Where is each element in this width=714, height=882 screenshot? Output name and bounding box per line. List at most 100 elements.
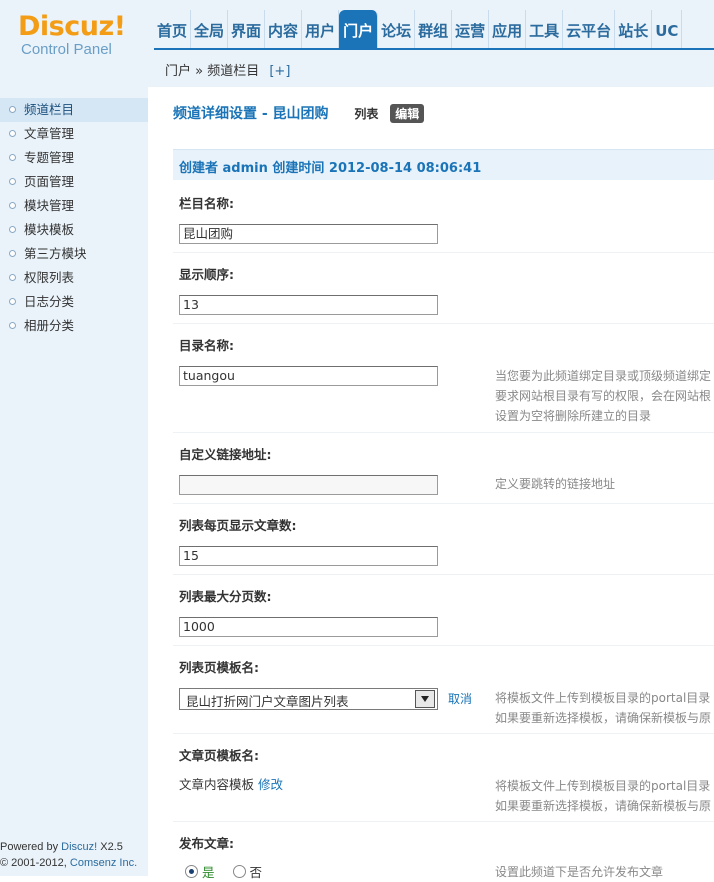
- max-pages-input[interactable]: [179, 617, 438, 637]
- sidebar-menu: 频道栏目文章管理专题管理页面管理模块管理模块模板第三方模块权限列表日志分类相册分…: [0, 98, 148, 338]
- tab-edit[interactable]: 编辑: [390, 104, 425, 123]
- nav-tab[interactable]: 用户: [302, 10, 340, 48]
- bullet-icon: [9, 226, 16, 233]
- sidebar-item[interactable]: 模块管理: [0, 194, 148, 218]
- list-template-label: 列表页模板名:: [179, 660, 259, 675]
- display-order-input[interactable]: [179, 295, 438, 315]
- sidebar-item[interactable]: 相册分类: [0, 314, 148, 338]
- bullet-icon: [9, 178, 16, 185]
- sidebar-item[interactable]: 页面管理: [0, 170, 148, 194]
- sidebar-item[interactable]: 日志分类: [0, 290, 148, 314]
- sidebar-item-label: 页面管理: [24, 174, 75, 189]
- sidebar-item[interactable]: 专题管理: [0, 146, 148, 170]
- nav-tab[interactable]: 云平台: [563, 10, 616, 48]
- nav-tab[interactable]: 内容: [265, 10, 303, 48]
- bullet-icon: [9, 106, 16, 113]
- main-content: 频道详细设置 - 昆山团购 列表 编辑 创建者 admin 创建时间 2012-…: [155, 87, 714, 880]
- dir-name-input[interactable]: [179, 366, 438, 386]
- header: Discuz! Control Panel 首页 全局 界面 内容 用户 门户 论坛 群组 运营…: [0, 0, 714, 87]
- custom-url-label: 自定义链接地址:: [179, 447, 272, 462]
- row-divider: [173, 323, 714, 324]
- publish-yes-radio[interactable]: [185, 865, 198, 878]
- publish-tip: 设置此频道下是否允许发布文章: [495, 865, 664, 879]
- nav-tab[interactable]: 门户: [339, 10, 379, 48]
- sidebar-item[interactable]: 权限列表: [0, 266, 148, 290]
- nav-tab[interactable]: 应用: [489, 10, 527, 48]
- sidebar-item-label: 专题管理: [24, 150, 75, 165]
- article-template-value: 文章内容模板: [179, 777, 255, 792]
- nav-tab[interactable]: UC: [652, 10, 683, 48]
- publish-radio-group: 是 否: [185, 862, 262, 881]
- sidebar-item[interactable]: 模块模板: [0, 218, 148, 242]
- chevron-down-icon[interactable]: [415, 690, 435, 708]
- dir-name-tip: 当您要为此频道绑定目录或顶级频道绑定 要求网站根目录有写的权限，会在网站根 设置…: [495, 369, 712, 423]
- bullet-icon: [9, 250, 16, 257]
- sidebar-item-label: 模块管理: [24, 198, 75, 213]
- sidebar-item-label: 权限列表: [24, 270, 75, 285]
- nav-tab[interactable]: 全局: [191, 10, 229, 48]
- per-page-label: 列表每页显示文章数:: [179, 518, 297, 533]
- sidebar-item-label: 第三方模块: [24, 246, 87, 261]
- nav-tab[interactable]: 工具: [526, 10, 564, 48]
- bullet-icon: [9, 322, 16, 329]
- row-divider: [173, 503, 714, 504]
- sidebar-item-label: 模块模板: [24, 222, 75, 237]
- page-title: 频道详细设置 - 昆山团购: [173, 106, 329, 122]
- breadcrumb-path[interactable]: 门户 » 频道栏目: [165, 64, 259, 79]
- column-name-input[interactable]: [179, 224, 438, 244]
- nav-tab[interactable]: 运营: [452, 10, 490, 48]
- bullet-icon: [9, 154, 16, 161]
- discuz-logo[interactable]: Discuz! Control Panel: [18, 12, 148, 72]
- publish-no-label[interactable]: 否: [250, 865, 263, 880]
- creator-info: 创建者 admin 创建时间 2012-08-14 08:06:41: [179, 161, 482, 176]
- per-page-input[interactable]: [179, 546, 438, 566]
- footer-credits: Powered by Discuz! X2.5 © 2001-2012, Com…: [0, 839, 137, 871]
- bullet-icon: [9, 298, 16, 305]
- row-divider: [173, 821, 714, 822]
- tab-list[interactable]: 列表: [354, 107, 378, 121]
- sidebar-item-label: 相册分类: [24, 318, 75, 333]
- article-template-row: 文章内容模板 修改: [179, 774, 283, 793]
- logo-subtitle: Control Panel: [21, 41, 112, 58]
- nav-tab[interactable]: 群组: [415, 10, 453, 48]
- nav-tab[interactable]: 论坛: [378, 10, 416, 48]
- nav-tab[interactable]: 首页: [154, 10, 192, 48]
- cancel-template-link[interactable]: 取消: [448, 690, 472, 707]
- nav-tab[interactable]: 界面: [228, 10, 266, 48]
- row-divider: [173, 252, 714, 253]
- row-divider: [173, 432, 714, 433]
- nav-divider: [154, 48, 714, 50]
- nav-tab[interactable]: 站长: [615, 10, 653, 48]
- footer-company-link[interactable]: Comsenz Inc.: [70, 857, 137, 869]
- bullet-icon: [9, 274, 16, 281]
- list-template-tip: 将模板文件上传到模板目录的portal目录 如果要重新选择模板，请确保新模板与原: [495, 691, 712, 725]
- breadcrumb-add-button[interactable]: [+]: [269, 64, 290, 79]
- sidebar-item[interactable]: 第三方模块: [0, 242, 148, 266]
- sidebar-item[interactable]: 频道栏目: [0, 98, 148, 122]
- sidebar-item-label: 频道栏目: [24, 102, 75, 117]
- row-divider: [173, 733, 714, 734]
- publish-no-radio[interactable]: [232, 865, 246, 878]
- article-template-tip: 将模板文件上传到模板目录的portal目录 如果要重新选择模板，请确保新模板与原: [495, 779, 712, 813]
- sidebar-item-label: 日志分类: [24, 294, 75, 309]
- display-order-label: 显示顺序:: [179, 267, 234, 282]
- custom-url-input[interactable]: [179, 475, 438, 495]
- breadcrumb: 门户 » 频道栏目 [+]: [165, 60, 290, 79]
- bullet-icon: [9, 202, 16, 209]
- list-template-select[interactable]: 昆山打折网门户文章图片列表: [179, 688, 438, 710]
- column-name-label: 栏目名称:: [179, 196, 234, 211]
- publish-label: 发布文章:: [179, 836, 234, 851]
- footer-powered: Powered by Discuz! X2.5: [0, 841, 123, 853]
- dir-name-label: 目录名称:: [179, 338, 234, 353]
- sidebar-item[interactable]: 文章管理: [0, 122, 148, 146]
- sidebar: 频道栏目文章管理专题管理页面管理模块管理模块模板第三方模块权限列表日志分类相册分…: [0, 87, 148, 876]
- logo-brand: Discuz!: [18, 11, 126, 42]
- footer-product-link[interactable]: Discuz!: [61, 841, 97, 853]
- max-pages-label: 列表最大分页数:: [179, 589, 272, 604]
- article-template-edit-link[interactable]: 修改: [258, 777, 283, 792]
- title-row: 频道详细设置 - 昆山团购 列表 编辑: [173, 103, 425, 123]
- custom-url-tip: 定义要跳转的链接地址: [495, 477, 616, 491]
- creator-bar: 创建者 admin 创建时间 2012-08-14 08:06:41: [173, 149, 714, 180]
- publish-yes-label[interactable]: 是: [202, 865, 215, 880]
- row-divider: [173, 574, 714, 575]
